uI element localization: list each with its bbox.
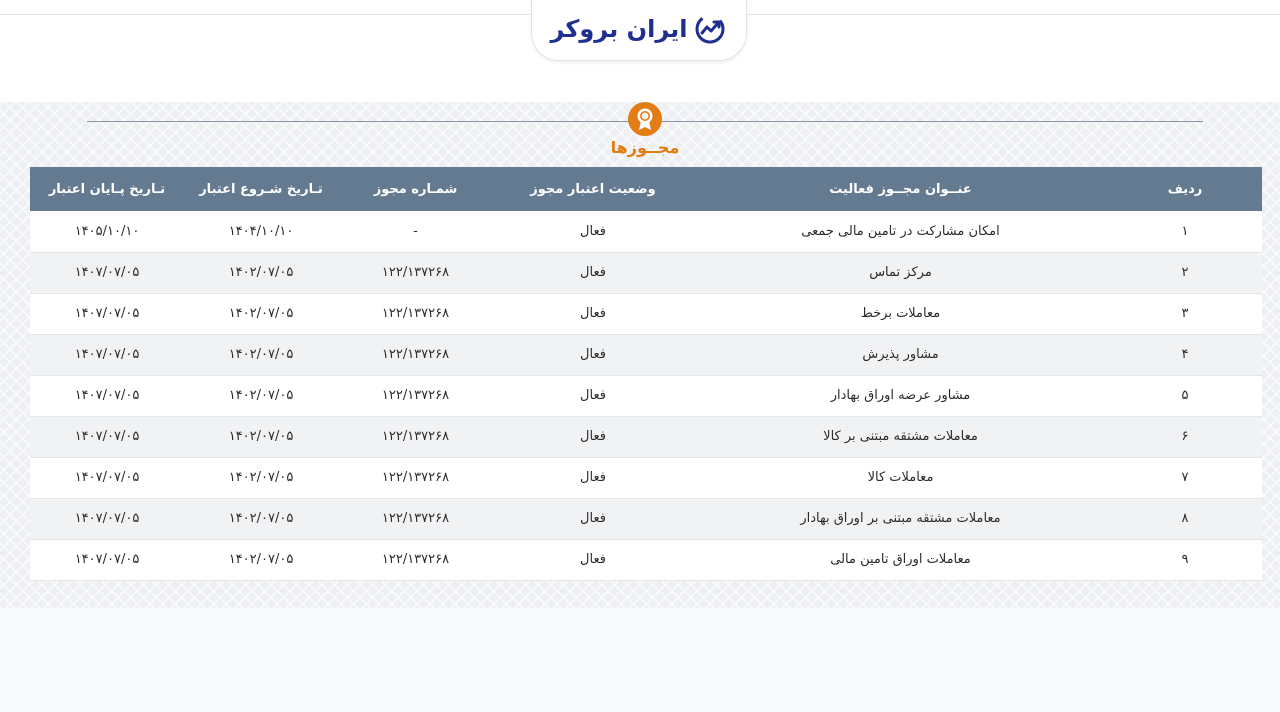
- table-header-row: ردیف عنــوان مجــوز فعالیت وضعیت اعتبار …: [30, 167, 1262, 211]
- cell-license-title: معاملات مشتقه مبتنی بر کالا: [823, 429, 978, 444]
- cell-license-status: فعال: [580, 223, 606, 239]
- table-row: ۵ مشاور عرضه اوراق بهادار فعال ۱۲۲/۱۳۷۲۶…: [30, 375, 1262, 416]
- column-header-license-number: شمـاره مجوز: [373, 181, 458, 197]
- cell-license-number: ۱۲۲/۱۳۷۲۶۸: [381, 511, 450, 526]
- cell-license-number: ۱۲۲/۱۳۷۲۶۸: [381, 306, 450, 321]
- cell-row-number: ۱: [1181, 223, 1189, 239]
- award-ribbon-icon: [628, 102, 662, 136]
- cell-license-number: ۱۲۲/۱۳۷۲۶۸: [381, 470, 450, 485]
- cell-license-title: معاملات اوراق تامین مالی: [830, 552, 971, 567]
- cell-start-date: ۱۴۰۲/۰۷/۰۵: [228, 429, 294, 444]
- cell-start-date: ۱۴۰۲/۰۷/۰۵: [228, 347, 294, 362]
- cell-row-number: ۶: [1181, 429, 1189, 444]
- cell-license-status: فعال: [580, 265, 606, 280]
- cell-row-number: ۳: [1181, 306, 1189, 321]
- cell-row-number: ۴: [1181, 347, 1189, 362]
- cell-license-status: فعال: [580, 552, 606, 567]
- cell-row-number: ۲: [1181, 265, 1189, 280]
- cell-license-number: ۱۲۲/۱۳۷۲۶۸: [381, 429, 450, 444]
- cell-end-date: ۱۴۰۷/۰۷/۰۵: [74, 552, 140, 567]
- site-header: ایران بروکر: [0, 0, 1280, 102]
- cell-end-date: ۱۴۰۷/۰۷/۰۵: [74, 511, 140, 526]
- licenses-section: مجــوزها ردیف عنــوان مجــوز فعالیت وضعی…: [0, 102, 1280, 608]
- cell-end-date: ۱۴۰۷/۰۷/۰۵: [74, 265, 140, 280]
- table-row: ۱ امکان مشارکت در تامین مالی جمعی فعال -…: [30, 211, 1262, 252]
- cell-license-status: فعال: [580, 306, 606, 321]
- cell-license-status: فعال: [580, 388, 606, 403]
- cell-license-number: ۱۲۲/۱۳۷۲۶۸: [381, 265, 450, 280]
- column-header-start-date: تـاریخ شـروع اعتبار: [199, 181, 323, 197]
- cell-license-title: مشاور عرضه اوراق بهادار: [830, 388, 971, 403]
- table-row: ۹ معاملات اوراق تامین مالی فعال ۱۲۲/۱۳۷۲…: [30, 539, 1262, 580]
- table-row: ۶ معاملات مشتقه مبتنی بر کالا فعال ۱۲۲/۱…: [30, 416, 1262, 457]
- cell-license-status: فعال: [580, 511, 606, 526]
- cell-end-date: ۱۴۰۷/۰۷/۰۵: [74, 306, 140, 321]
- cell-license-title: معاملات برخط: [860, 306, 941, 321]
- table-row: ۴ مشاور پذیرش فعال ۱۲۲/۱۳۷۲۶۸ ۱۴۰۲/۰۷/۰۵…: [30, 334, 1262, 375]
- cell-start-date: ۱۴۰۲/۰۷/۰۵: [228, 306, 294, 321]
- table-row: ۸ معاملات مشتقه مبتنی بر اوراق بهادار فع…: [30, 498, 1262, 539]
- cell-end-date: ۱۴۰۷/۰۷/۰۵: [74, 470, 140, 485]
- cell-license-title: مرکز تماس: [869, 265, 932, 280]
- logo-wordmark: ایران بروکر: [550, 15, 688, 43]
- cell-start-date: ۱۴۰۲/۰۷/۰۵: [228, 470, 294, 485]
- column-header-license-status: وضعیت اعتبار مجوز: [530, 181, 656, 197]
- cell-row-number: ۵: [1181, 388, 1189, 403]
- section-title: مجــوزها: [610, 138, 680, 157]
- cell-start-date: ۱۴۰۲/۰۷/۰۵: [228, 265, 294, 280]
- cell-start-date: ۱۴۰۲/۰۷/۰۵: [228, 388, 294, 403]
- cell-license-status: فعال: [580, 347, 606, 362]
- licenses-table: ردیف عنــوان مجــوز فعالیت وضعیت اعتبار …: [30, 167, 1262, 581]
- cell-end-date: ۱۴۰۵/۱۰/۱۰: [74, 223, 140, 239]
- logo-link[interactable]: ایران بروکر: [531, 0, 747, 61]
- column-header-license-title: عنــوان مجــوز فعالیت: [829, 181, 972, 197]
- cell-license-number: ۱۲۲/۱۳۷۲۶۸: [381, 388, 450, 403]
- table-row: ۷ معاملات کالا فعال ۱۲۲/۱۳۷۲۶۸ ۱۴۰۲/۰۷/۰…: [30, 457, 1262, 498]
- cell-license-title: مشاور پذیرش: [862, 347, 939, 362]
- cell-license-number: ۱۲۲/۱۳۷۲۶۸: [381, 552, 450, 567]
- cell-license-status: فعال: [580, 470, 606, 485]
- chart-growth-icon: [695, 14, 725, 44]
- cell-license-title: معاملات مشتقه مبتنی بر اوراق بهادار: [800, 511, 1001, 526]
- cell-end-date: ۱۴۰۷/۰۷/۰۵: [74, 347, 140, 362]
- table-row: ۲ مرکز تماس فعال ۱۲۲/۱۳۷۲۶۸ ۱۴۰۲/۰۷/۰۵ ۱…: [30, 252, 1262, 293]
- cell-license-title: امکان مشارکت در تامین مالی جمعی: [801, 223, 1000, 239]
- cell-start-date: ۱۴۰۴/۱۰/۱۰: [228, 223, 294, 239]
- cell-end-date: ۱۴۰۷/۰۷/۰۵: [74, 388, 140, 403]
- table-row: ۳ معاملات برخط فعال ۱۲۲/۱۳۷۲۶۸ ۱۴۰۲/۰۷/۰…: [30, 293, 1262, 334]
- cell-row-number: ۸: [1181, 511, 1189, 526]
- cell-license-number: -: [413, 223, 418, 239]
- column-header-end-date: تـاریخ پـایان اعتبار: [48, 181, 166, 197]
- cell-start-date: ۱۴۰۲/۰۷/۰۵: [228, 552, 294, 567]
- cell-license-number: ۱۲۲/۱۳۷۲۶۸: [381, 347, 450, 362]
- cell-row-number: ۷: [1181, 470, 1189, 485]
- cell-license-status: فعال: [580, 429, 606, 444]
- cell-start-date: ۱۴۰۲/۰۷/۰۵: [228, 511, 294, 526]
- cell-license-title: معاملات کالا: [867, 470, 934, 485]
- cell-end-date: ۱۴۰۷/۰۷/۰۵: [74, 429, 140, 444]
- column-header-row-number: ردیف: [1167, 181, 1203, 197]
- cell-row-number: ۹: [1181, 552, 1189, 567]
